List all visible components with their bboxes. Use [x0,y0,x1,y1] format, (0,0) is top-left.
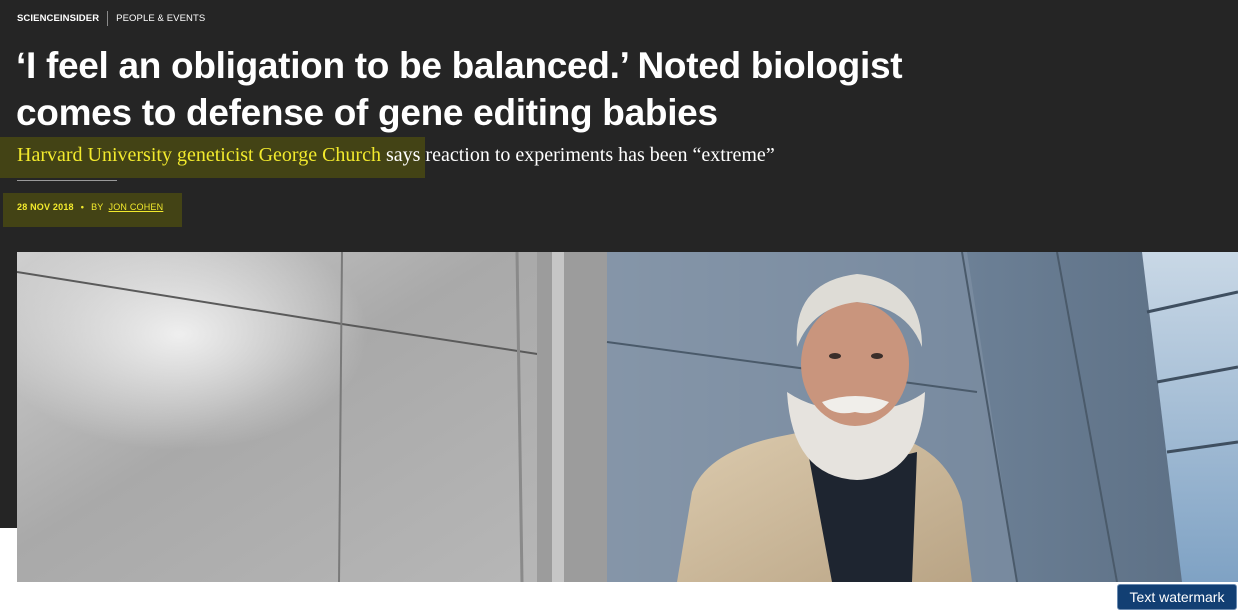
by-label: BY [91,202,104,212]
hero-image [17,252,1238,582]
hero-light-glow [17,252,557,582]
dek-highlighted-text: Harvard University geneticist George Chu… [17,144,381,166]
byline-separator: • [80,202,85,212]
hero-column-highlight [552,252,564,582]
brand-link[interactable]: SCIENCEINSIDER [17,13,99,24]
byline: 28 NOV 2018 • BY JON COHEN [17,201,163,213]
text-watermark-badge: Text watermark [1117,584,1237,610]
author-link[interactable]: JON COHEN [109,202,164,212]
kicker: SCIENCEINSIDER PEOPLE & EVENTS [17,10,205,26]
article-headline: ‘I feel an obligation to be balanced.’ N… [16,45,903,133]
hero-column [537,252,607,582]
section-link[interactable]: PEOPLE & EVENTS [116,13,205,24]
hero-person-eye-right [871,353,883,359]
hero-person-eye-left [829,353,841,359]
dek-rule [17,180,117,181]
article-dek: Harvard University geneticist George Chu… [17,142,775,168]
kicker-divider [107,10,109,26]
dek-text: says reaction to experiments has been “e… [380,144,775,166]
publish-date: 28 NOV 2018 [17,202,74,212]
